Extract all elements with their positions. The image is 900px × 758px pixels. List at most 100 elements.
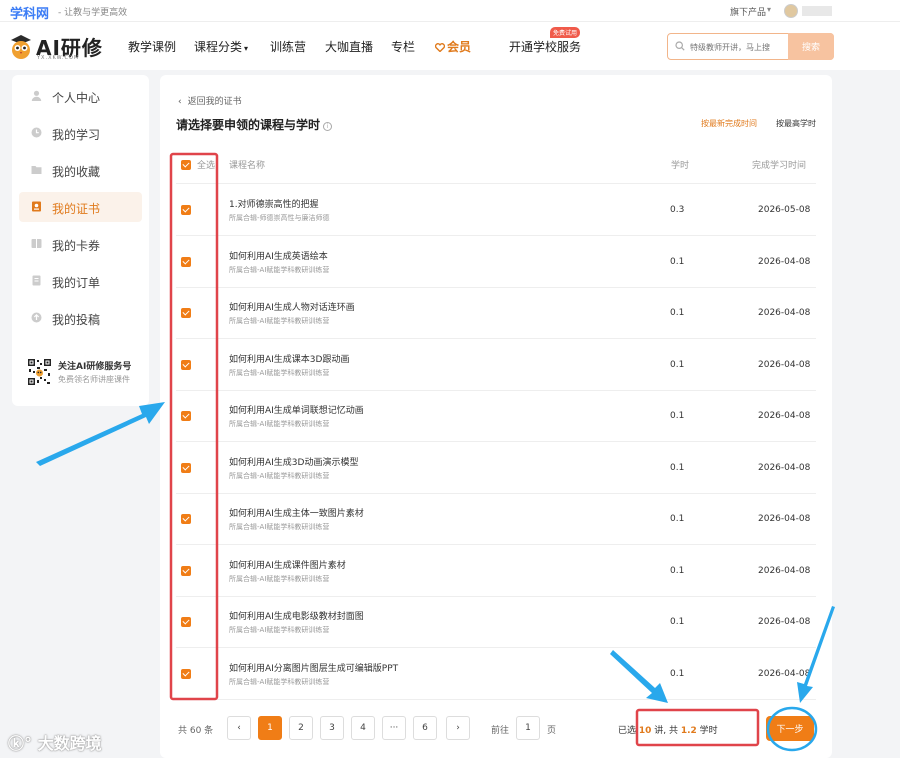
sidebar-item-label: 我的学习 [52,128,101,142]
row-checkbox[interactable] [181,256,191,267]
course-hours: 0.1 [670,668,685,679]
table-row[interactable]: 如何利用AI生成主体一致图片素材 所属合辑-AI赋能学科教研训练营 0.1 2026-… [176,494,816,545]
goto-page-input[interactable]: 1 [516,716,540,740]
sidebar-item-orders[interactable]: 我的订单 [19,266,142,296]
user-name-blurred[interactable] [802,6,832,16]
qr-code-icon [27,358,52,386]
pagination-total: 共 60 条 [178,726,214,736]
pagination-next[interactable]: › [446,716,470,740]
pagination-page-2[interactable]: 2 [289,716,313,740]
row-checkbox[interactable] [181,617,191,627]
nav-live[interactable]: 大咖直播 [325,38,373,55]
course-hours: 0.1 [670,617,685,627]
column-header-date: 完成学习时间 [752,161,807,171]
search-button[interactable]: 搜索 [788,33,834,60]
table-row[interactable]: 如何利用AI生成电影级教材封面图 所属合辑-AI赋能学科教研训练营 0.1 2026-… [176,597,816,648]
table-row[interactable]: 如何利用AI生成人物对话连环画 所属合辑-AI赋能学科教研训练营 0.1 2026-0… [176,288,816,339]
row-checkbox[interactable] [181,359,191,370]
summary-count: 10 [638,726,652,736]
course-name: 如何利用AI生成人物对话连环画 [229,303,355,313]
chevron-left-icon: ‹ [178,97,182,107]
table-row[interactable]: 如何利用AI生成英语绘本 所属合辑-AI赋能学科教研训练营 0.1 2026-04-0… [176,237,816,288]
course-hours: 0.1 [670,308,685,318]
site-brand[interactable]: 学科网 [10,3,49,22]
row-checkbox[interactable] [181,411,191,421]
course-collection: 所属合辑-AI赋能学科教研训练营 [229,471,330,480]
main-nav: AI研修 YX.XKW.COM 教学课例 课程分类 ▾ 训练营 大咖直播 专栏 会… [0,22,900,70]
sidebar-item-certificates[interactable]: 我的证书 [19,192,142,222]
nav-training-camp[interactable]: 训练营 [270,38,306,55]
pagination-page-4[interactable]: 4 [351,716,375,740]
nav-course-categories[interactable]: 课程分类 ▾ [194,38,248,55]
course-hours: 0.1 [670,411,685,421]
table-row[interactable]: 1.对师德崇高性的把握 所属合辑-师德崇高性与廉洁师德 0.3 2026-05-08 [176,185,816,236]
selection-summary: 已选 10 讲, 共 1.2 学时 [618,723,718,736]
coupon-icon [31,239,42,248]
course-collection: 所属合辑-AI赋能学科教研训练营 [229,677,330,686]
row-checkbox[interactable] [181,308,191,318]
main-panel: ‹ 返回我的证书 请选择要申领的课程与学时 i 按最新完成时间 按最高学时 全选 课… [160,75,832,758]
course-name: 如何利用AI生成电影级教材封面图 [229,612,364,622]
next-step-button[interactable]: 下一步 [766,716,814,741]
select-all-label[interactable]: 全选 [197,158,215,171]
sidebar-item-coupons[interactable]: 我的卡券 [19,229,142,259]
course-completion-date: 2026-04-08 [758,617,811,627]
nav-teaching-cases[interactable]: 教学课例 [128,38,176,55]
summary-mid: 讲, 共 [651,726,681,736]
course-completion-date: 2026-04-08 [758,308,811,318]
nav-columns[interactable]: 专栏 [391,38,415,55]
nav-vip-label: 会员 [447,40,472,54]
pagination-page-1[interactable]: 1 [258,716,282,740]
sort-by-newest[interactable]: 按最新完成时间 [701,118,757,129]
row-checkbox[interactable] [181,462,191,473]
sidebar-item-submissions[interactable]: 我的投稿 [19,303,142,333]
course-completion-date: 2026-04-08 [758,462,811,473]
search-input[interactable] [690,39,785,55]
row-checkbox[interactable] [181,668,191,679]
column-header-name: 课程名称 [229,161,266,171]
avatar[interactable] [784,4,798,18]
table-row[interactable]: 如何利用AI生成课本3D跟动画 所属合辑-AI赋能学科教研训练营 0.1 2026-0… [176,340,816,391]
course-collection: 所属合辑-AI赋能学科教研训练营 [229,574,330,583]
vip-heart-icon [434,43,446,53]
search-box: 搜索 [667,33,834,60]
info-icon[interactable]: i [323,122,333,131]
course-completion-date: 2026-04-08 [758,668,811,679]
course-collection: 所属合辑-AI赋能学科教研训练营 [229,523,330,531]
sidebar-item-learning[interactable]: 我的学习 [19,118,142,148]
pagination-ellipsis[interactable]: ··· [382,716,406,740]
products-menu[interactable]: 旗下产品 [730,5,766,18]
back-link[interactable]: ‹ 返回我的证书 [178,94,242,107]
sidebar: 个人中心 我的学习 我的收藏 我的证书 我的卡券 我的订单 我的投稿 关注AI研… [12,75,149,406]
row-checkbox[interactable] [181,514,191,524]
sort-by-hours[interactable]: 按最高学时 [776,118,816,129]
owl-logo-icon[interactable] [10,34,32,60]
watermark-logo-icon: ⓚ° [8,734,38,753]
sidebar-item-profile[interactable]: 个人中心 [19,81,142,111]
course-name: 如何利用AI生成3D动画演示模型 [229,457,359,468]
qr-subtitle: 免费领名师讲座课件 [58,375,130,384]
summary-suffix: 学时 [696,726,718,736]
sidebar-item-favorites[interactable]: 我的收藏 [19,155,142,185]
sidebar-item-label: 我的订单 [52,276,101,290]
course-collection: 所属合辑-师德崇高性与廉洁师德 [229,214,330,222]
column-header-hours: 学时 [671,161,690,171]
nav-vip[interactable]: 会员 [434,38,472,55]
table-row[interactable]: 如何利用AI生成单词联想记忆动画 所属合辑-AI赋能学科教研训练营 0.1 2026-… [176,391,816,442]
watermark: ⓚ° 大数跨境 [8,730,102,754]
pagination-page-6[interactable]: 6 [413,716,437,740]
course-collection: 所属合辑-AI赋能学科教研训练营 [229,317,330,325]
pagination-prev[interactable]: ‹ [227,716,251,740]
row-checkbox[interactable] [181,205,191,215]
top-bar: 学科网 - 让教与学更高效 旗下产品 ▾ [0,0,900,22]
clock-icon [31,127,42,138]
search-icon [675,41,685,51]
table-row[interactable]: 如何利用AI分离图片图层生成可编辑版PPT 所属合辑-AI赋能学科教研训练营 0.1… [176,649,816,700]
table-row[interactable]: 如何利用AI生成课件图片素材 所属合辑-AI赋能学科教研训练营 0.1 2026-04… [176,546,816,597]
nav-school-service[interactable]: 开通学校服务 [509,38,581,55]
pagination-page-3[interactable]: 3 [320,716,344,740]
row-checkbox[interactable] [181,565,191,576]
select-all-checkbox[interactable] [181,160,191,170]
table-row[interactable]: 如何利用AI生成3D动画演示模型 所属合辑-AI赋能学科教研训练营 0.1 2026-… [176,443,816,494]
summary-prefix: 已选 [618,726,639,736]
